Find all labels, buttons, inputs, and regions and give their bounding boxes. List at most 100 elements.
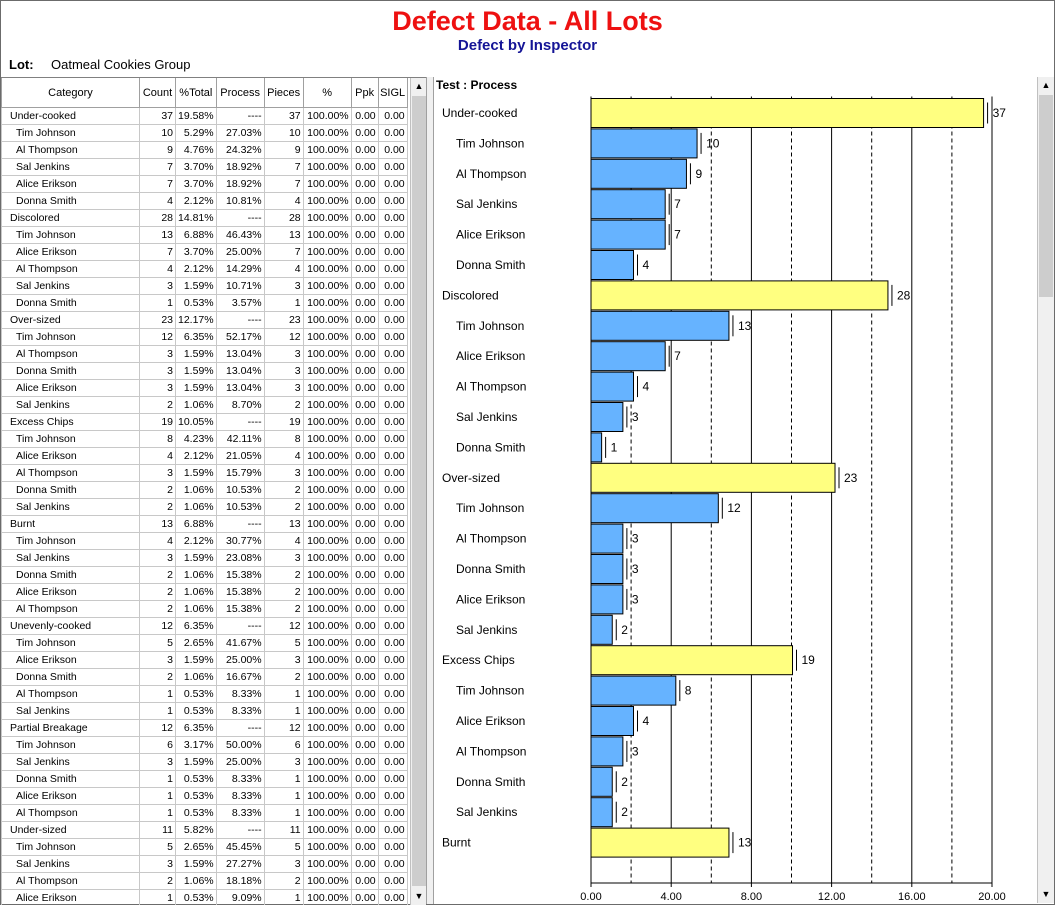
category-row[interactable]: Partial Breakage 12 6.35% ---- 12 100.00% 0.00… bbox=[1, 719, 408, 737]
count-label: 37 bbox=[993, 106, 1007, 120]
table-cell: 0.00 bbox=[377, 889, 408, 905]
inspector-row[interactable]: Tim Johnson 10 5.29% 27.03% 10 100.00% 0.00 0.0… bbox=[1, 124, 408, 142]
inspector-row[interactable]: Donna Smith 1 0.53% 3.57% 1 100.00% 0.00 0.00 bbox=[1, 294, 408, 312]
inspector-row[interactable]: Al Thompson 2 1.06% 15.38% 2 100.00% 0.00 0.00 bbox=[1, 600, 408, 618]
table-cell: 3.17% bbox=[175, 736, 217, 754]
inspector-row[interactable]: Tim Johnson 8 4.23% 42.11% 8 100.00% 0.00 0.00 bbox=[1, 430, 408, 448]
inspector-row[interactable]: Sal Jenkins 1 0.53% 8.33% 1 100.00% 0.00 0.00 bbox=[1, 702, 408, 720]
table-cell: 23.08% bbox=[215, 549, 265, 567]
table-cell: 1 bbox=[139, 770, 176, 788]
column-header-ppk[interactable]: Ppk bbox=[350, 78, 379, 108]
inspector-row[interactable]: Donna Smith 2 1.06% 16.67% 2 100.00% 0.00 0.00 bbox=[1, 668, 408, 686]
inspector-row[interactable]: Al Thompson 3 1.59% 13.04% 3 100.00% 0.00 0.00 bbox=[1, 345, 408, 363]
inspector-row[interactable]: Donna Smith 2 1.06% 10.53% 2 100.00% 0.00 0.00 bbox=[1, 481, 408, 499]
inspector-row[interactable]: Sal Jenkins 3 1.59% 10.71% 3 100.00% 0.00 0.00 bbox=[1, 277, 408, 295]
chart-vertical-scrollbar[interactable]: ▲ ▼ bbox=[1037, 77, 1054, 903]
category-row[interactable]: Excess Chips 19 10.05% ---- 19 100.00% 0.00 0.0… bbox=[1, 413, 408, 431]
inspector-row[interactable]: Alice Erikson 1 0.53% 8.33% 1 100.00% 0.00 0.00 bbox=[1, 787, 408, 805]
inspector-row[interactable]: Tim Johnson 13 6.88% 46.43% 13 100.00% 0.00 0.0… bbox=[1, 226, 408, 244]
category-label: Excess Chips bbox=[442, 653, 515, 667]
x-tick-label: 8.00 bbox=[741, 891, 762, 903]
count-label: 23 bbox=[844, 471, 858, 485]
table-cell: Alice Erikson bbox=[1, 583, 140, 601]
table-cell: 0.00 bbox=[377, 396, 408, 414]
table-cell: 15.38% bbox=[215, 600, 265, 618]
inspector-row[interactable]: Tim Johnson 6 3.17% 50.00% 6 100.00% 0.00 0.00 bbox=[1, 736, 408, 754]
category-row[interactable]: Over-sized 23 12.17% ---- 23 100.00% 0.00 0.00 bbox=[1, 311, 408, 329]
grid-scroll-thumb[interactable] bbox=[412, 96, 426, 886]
inspector-row[interactable]: Tim Johnson 5 2.65% 41.67% 5 100.00% 0.00 0.00 bbox=[1, 634, 408, 652]
report-subtitle: Defect by Inspector bbox=[457, 37, 598, 54]
category-row[interactable]: Under-cooked 37 19.58% ---- 37 100.00% 0.00 0.0… bbox=[1, 107, 408, 125]
category-row[interactable]: Burnt 13 6.88% ---- 13 100.00% 0.00 0.00 bbox=[1, 515, 408, 533]
inspector-row[interactable]: Donna Smith 3 1.59% 13.04% 3 100.00% 0.00 0.00 bbox=[1, 362, 408, 380]
scroll-up-icon[interactable]: ▲ bbox=[411, 78, 426, 94]
inspector-row[interactable]: Al Thompson 1 0.53% 8.33% 1 100.00% 0.00 0.00 bbox=[1, 685, 408, 703]
inspector-row[interactable]: Alice Erikson 4 2.12% 21.05% 4 100.00% 0.00 0.0… bbox=[1, 447, 408, 465]
table-cell: 2 bbox=[263, 396, 304, 414]
column-header-category[interactable]: Category bbox=[1, 78, 140, 108]
table-cell: Donna Smith bbox=[1, 770, 140, 788]
table-cell: 0.00 bbox=[377, 311, 408, 329]
count-label: 3 bbox=[632, 562, 639, 576]
chart-scroll-down-icon[interactable]: ▼ bbox=[1038, 886, 1054, 902]
inspector-row[interactable]: Alice Erikson 7 3.70% 18.92% 7 100.00% 0.00 0.0… bbox=[1, 175, 408, 193]
table-cell: 100.00% bbox=[302, 209, 352, 227]
inspector-row[interactable]: Alice Erikson 3 1.59% 13.04% 3 100.00% 0.00 0.0… bbox=[1, 379, 408, 397]
column-header-total[interactable]: %Total bbox=[175, 78, 217, 108]
chart-scroll-up-icon[interactable]: ▲ bbox=[1038, 77, 1054, 93]
inspector-row[interactable]: Tim Johnson 5 2.65% 45.45% 5 100.00% 0.00 0.00 bbox=[1, 838, 408, 856]
column-header-process[interactable]: Process bbox=[215, 78, 265, 108]
column-header-[interactable]: % bbox=[302, 78, 352, 108]
table-cell: 0.00 bbox=[350, 311, 379, 329]
inspector-row[interactable]: Sal Jenkins 3 1.59% 27.27% 3 100.00% 0.00 0.00 bbox=[1, 855, 408, 873]
table-cell: 0.00 bbox=[377, 838, 408, 856]
inspector-row[interactable]: Alice Erikson 2 1.06% 15.38% 2 100.00% 0.00 0.0… bbox=[1, 583, 408, 601]
table-cell: 100.00% bbox=[302, 362, 352, 380]
category-row[interactable]: Under-sized 11 5.82% ---- 11 100.00% 0.00 0.00 bbox=[1, 821, 408, 839]
inspector-row[interactable]: Donna Smith 4 2.12% 10.81% 4 100.00% 0.00 0.00 bbox=[1, 192, 408, 210]
inspector-row[interactable]: Sal Jenkins 2 1.06% 10.53% 2 100.00% 0.00 0.00 bbox=[1, 498, 408, 516]
inspector-label: Sal Jenkins bbox=[456, 623, 517, 637]
inspector-row[interactable]: Al Thompson 2 1.06% 18.18% 2 100.00% 0.00 0.00 bbox=[1, 872, 408, 890]
defect-data-grid[interactable]: Category Count %Total Process Pieces% Ppk SIGL… bbox=[1, 77, 426, 905]
table-cell: 37 bbox=[139, 107, 176, 125]
category-row[interactable]: Discolored 28 14.81% ---- 28 100.00% 0.00 0.00 bbox=[1, 209, 408, 227]
inspector-row[interactable]: Sal Jenkins 3 1.59% 25.00% 3 100.00% 0.00 0.00 bbox=[1, 753, 408, 771]
inspector-row[interactable]: Sal Jenkins 2 1.06% 8.70% 2 100.00% 0.00 0.00 bbox=[1, 396, 408, 414]
table-cell: 4 bbox=[139, 192, 176, 210]
inspector-row[interactable]: Tim Johnson 4 2.12% 30.77% 4 100.00% 0.00 0.00 bbox=[1, 532, 408, 550]
inspector-row[interactable]: Donna Smith 2 1.06% 15.38% 2 100.00% 0.00 0.00 bbox=[1, 566, 408, 584]
column-header-count[interactable]: Count bbox=[139, 78, 176, 108]
inspector-row[interactable]: Donna Smith 1 0.53% 8.33% 1 100.00% 0.00 0.00 bbox=[1, 770, 408, 788]
inspector-row[interactable]: Alice Erikson 3 1.59% 25.00% 3 100.00% 0.00 0.0… bbox=[1, 651, 408, 669]
chart-scroll-thumb[interactable] bbox=[1039, 95, 1053, 297]
table-body: Under-cooked 37 19.58% ---- 37 100.00% 0.00 0.0… bbox=[1, 107, 408, 905]
inspector-row[interactable]: Al Thompson 9 4.76% 24.32% 9 100.00% 0.00 0.00 bbox=[1, 141, 408, 159]
table-cell: 7 bbox=[139, 158, 176, 176]
inspector-row[interactable]: Sal Jenkins 7 3.70% 18.92% 7 100.00% 0.00 0.00 bbox=[1, 158, 408, 176]
inspector-row[interactable]: Al Thompson 4 2.12% 14.29% 4 100.00% 0.00 0.00 bbox=[1, 260, 408, 278]
inspector-row[interactable]: Al Thompson 3 1.59% 15.79% 3 100.00% 0.00 0.00 bbox=[1, 464, 408, 482]
inspector-label: Al Thompson bbox=[456, 532, 526, 546]
inspector-bar bbox=[590, 341, 666, 372]
inspector-row[interactable]: Alice Erikson 1 0.53% 9.09% 1 100.00% 0.00 0.00 bbox=[1, 889, 408, 905]
scroll-down-icon[interactable]: ▼ bbox=[411, 888, 426, 904]
table-cell: 5.29% bbox=[175, 124, 217, 142]
grid-vertical-scrollbar[interactable]: ▲ ▼ bbox=[410, 78, 426, 905]
table-cell: 28 bbox=[263, 209, 304, 227]
inspector-row[interactable]: Alice Erikson 7 3.70% 25.00% 7 100.00% 0.00 0.0… bbox=[1, 243, 408, 261]
inspector-row[interactable]: Al Thompson 1 0.53% 8.33% 1 100.00% 0.00 0.00 bbox=[1, 804, 408, 822]
table-cell: 12 bbox=[139, 328, 176, 346]
category-row[interactable]: Unevenly-cooked 12 6.35% ---- 12 100.00% 0.00 0… bbox=[1, 617, 408, 635]
inspector-row[interactable]: Tim Johnson 12 6.35% 52.17% 12 100.00% 0.00 0.0… bbox=[1, 328, 408, 346]
table-cell: 50.00% bbox=[215, 736, 265, 754]
inspector-row[interactable]: Sal Jenkins 3 1.59% 23.08% 3 100.00% 0.00 0.00 bbox=[1, 549, 408, 567]
table-cell: 8.33% bbox=[215, 770, 265, 788]
table-cell: 10.53% bbox=[215, 481, 265, 499]
table-cell: Tim Johnson bbox=[1, 736, 140, 754]
column-header-sigl[interactable]: SIGL bbox=[377, 78, 408, 108]
column-header-pieces[interactable]: Pieces bbox=[263, 78, 304, 108]
table-cell: 13.04% bbox=[215, 345, 265, 363]
table-cell: 1.59% bbox=[175, 753, 217, 771]
